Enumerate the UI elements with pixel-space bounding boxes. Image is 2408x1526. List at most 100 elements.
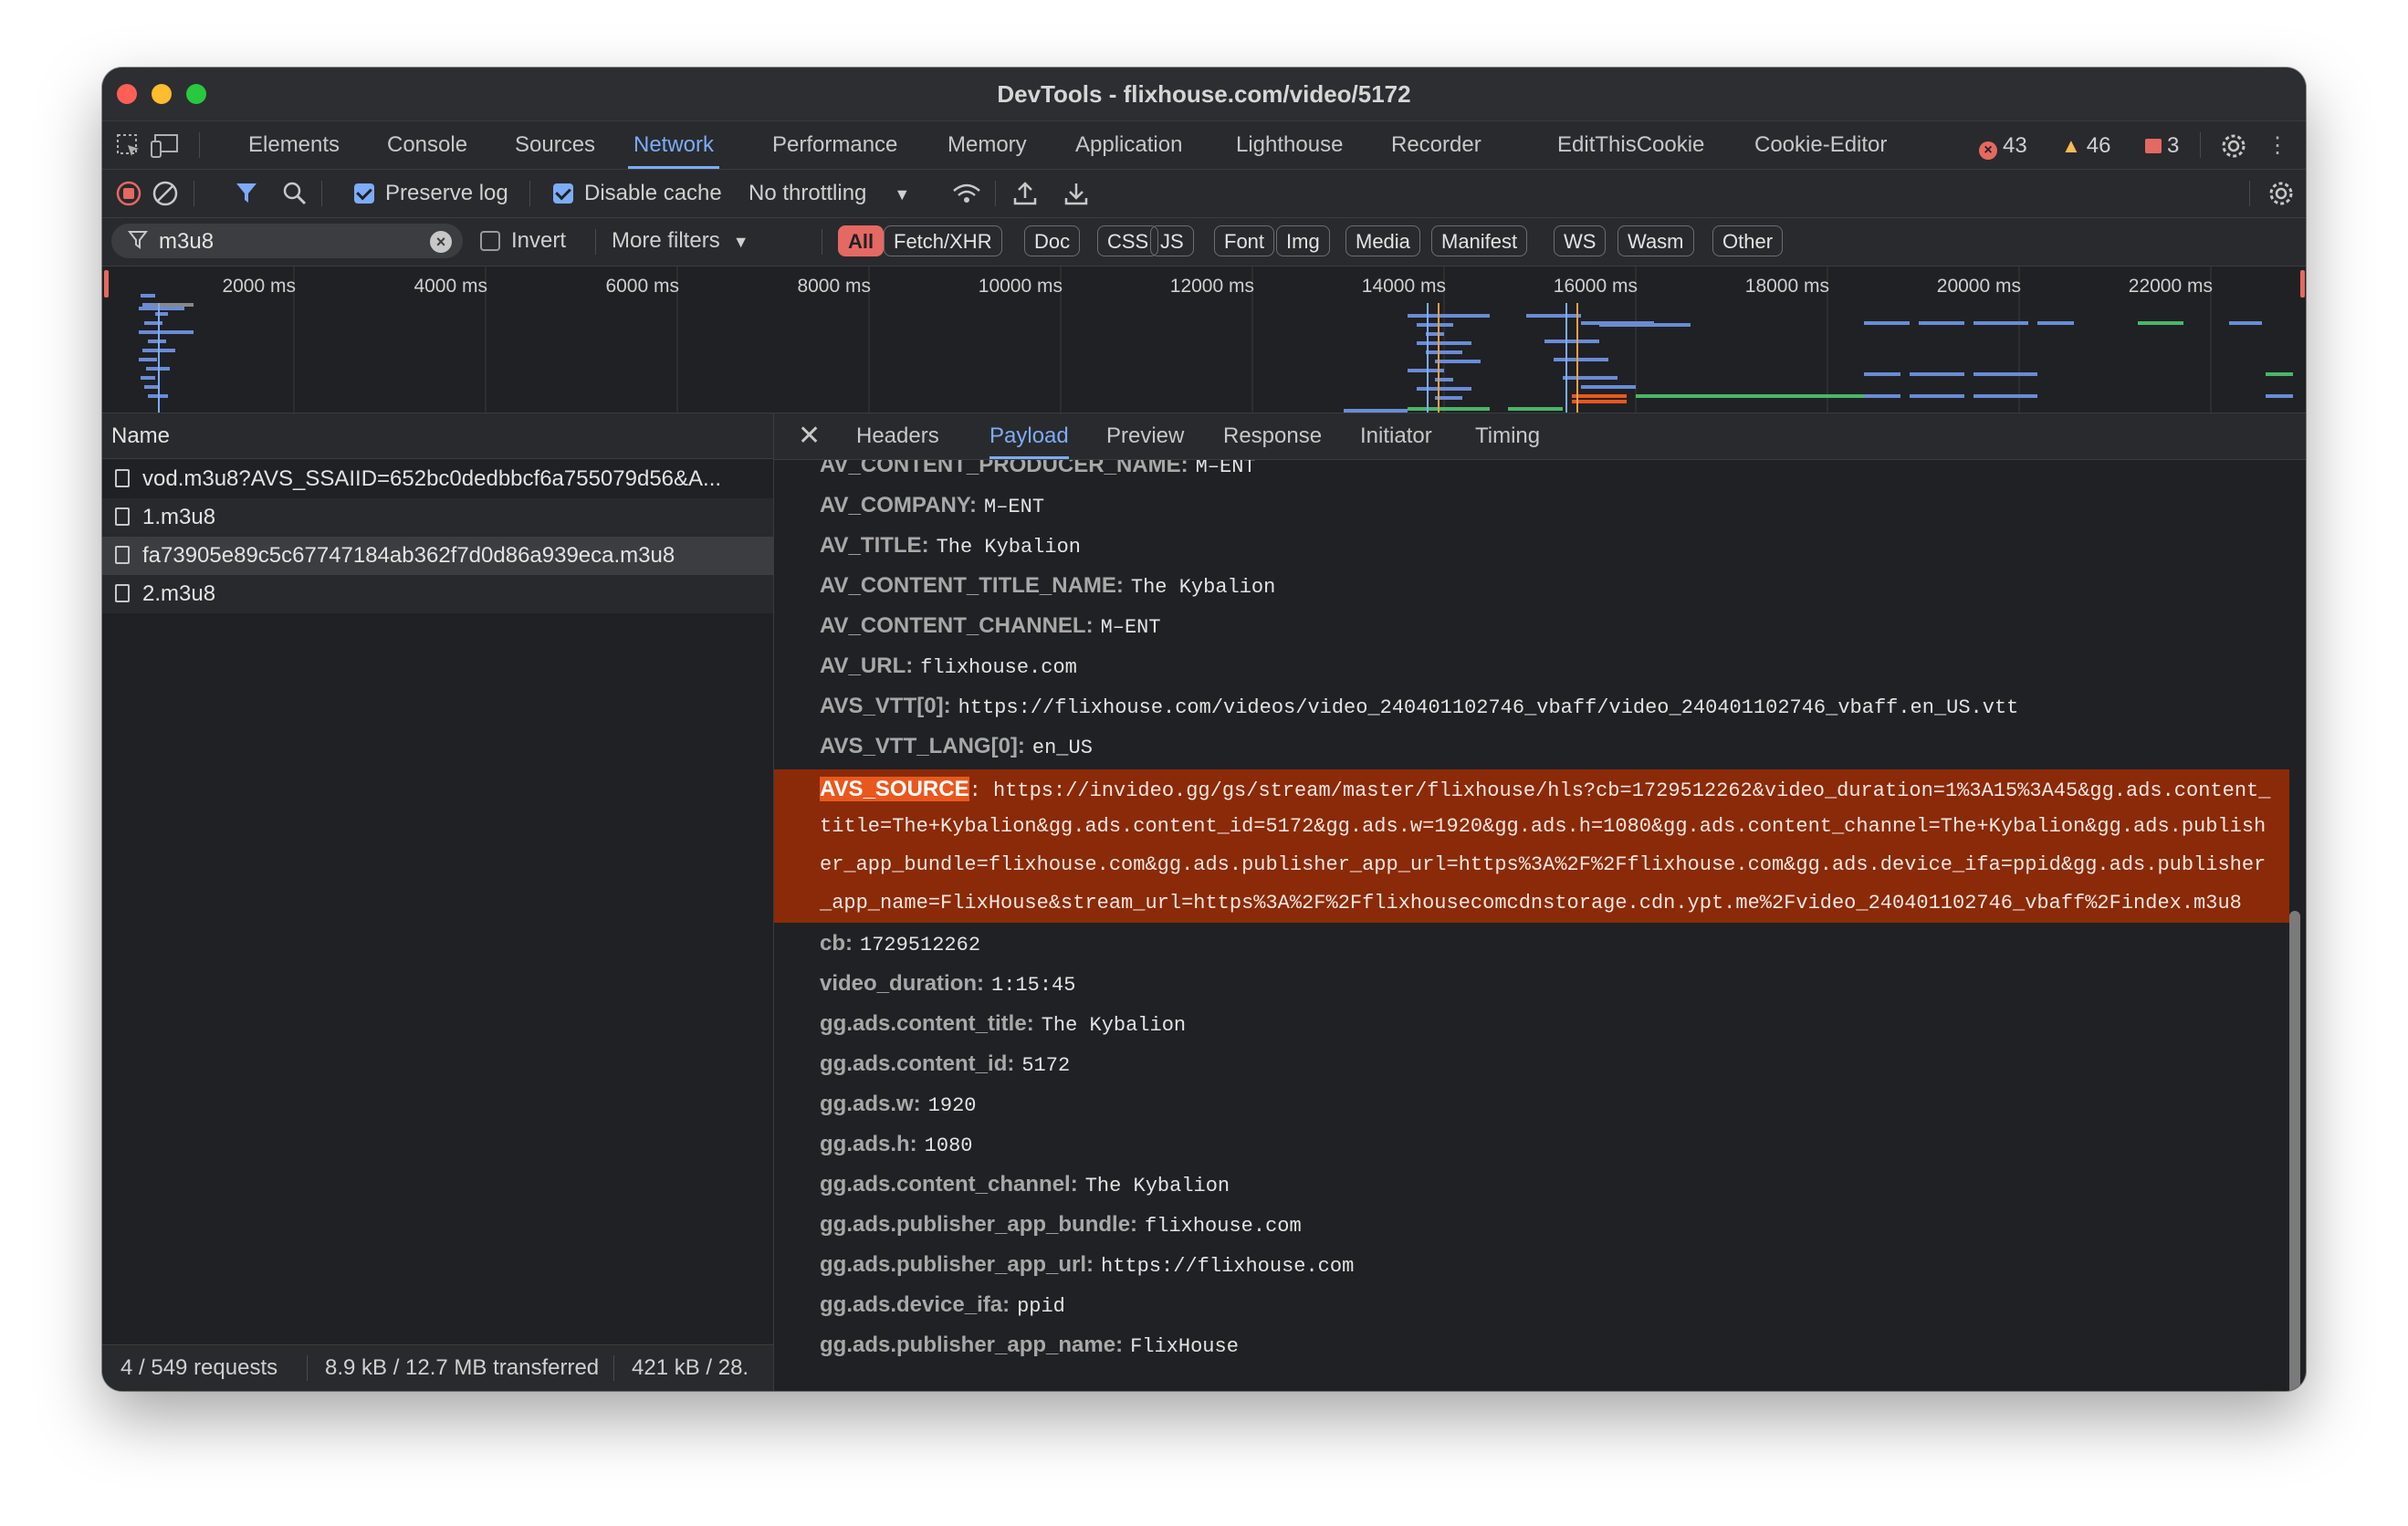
preserve-log-checkbox[interactable] bbox=[354, 183, 374, 204]
payload-param[interactable]: gg.ads.content_title: The Kybalion bbox=[820, 1011, 1186, 1039]
filter-type-font[interactable]: Font bbox=[1214, 225, 1275, 256]
payload-param[interactable]: video_duration: 1:15:45 bbox=[820, 971, 1075, 998]
payload-param[interactable]: gg.ads.publisher_app_url: https://flixhou… bbox=[820, 1252, 1354, 1280]
payload-param[interactable]: gg.ads.device_ifa: ppid bbox=[820, 1292, 1065, 1320]
filter-input-box: × bbox=[111, 224, 463, 258]
disable-cache-checkbox[interactable] bbox=[553, 183, 573, 204]
highlighted-value-line: : https://invideo.gg/gs/stream/master/fl… bbox=[968, 779, 2271, 802]
tab-sources[interactable]: Sources bbox=[509, 121, 601, 169]
filter-type-js[interactable]: JS bbox=[1150, 225, 1194, 256]
payload-param[interactable]: gg.ads.publisher_app_bundle: flixhouse.co… bbox=[820, 1212, 1302, 1239]
tab-cookie-editor[interactable]: Cookie-Editor bbox=[1749, 121, 1892, 169]
filter-type-doc[interactable]: Doc bbox=[1024, 225, 1081, 256]
overview-request-bar bbox=[1910, 394, 1964, 398]
overview-request-bar bbox=[1417, 323, 1453, 327]
detail-tabs-bar: ✕ Headers Payload Preview Response Initi… bbox=[774, 413, 2306, 460]
overview-request-bar bbox=[2266, 372, 2293, 376]
tab-elements[interactable]: Elements bbox=[243, 121, 345, 169]
request-row[interactable]: vod.m3u8?AVS_SSAIID=652bc0dedbbcf6a75507… bbox=[102, 460, 773, 498]
preserve-log-toggle[interactable]: Preserve log bbox=[354, 170, 508, 217]
filter-type-media[interactable]: Media bbox=[1345, 225, 1420, 256]
detail-tab-payload[interactable]: Payload bbox=[989, 413, 1069, 459]
tab-lighthouse[interactable]: Lighthouse bbox=[1230, 121, 1348, 169]
payload-scrollbar[interactable] bbox=[2289, 911, 2300, 1391]
filter-input[interactable] bbox=[157, 227, 416, 256]
payload-param[interactable]: AV_URL: flixhouse.com bbox=[820, 653, 1077, 681]
payload-param[interactable]: AV_CONTENT_CHANNEL: M–ENT bbox=[820, 613, 1161, 641]
request-details-pane: ✕ Headers Payload Preview Response Initi… bbox=[774, 413, 2306, 1391]
invert-toggle[interactable]: Invert bbox=[480, 218, 566, 264]
filter-type-fetch-xhr[interactable]: Fetch/XHR bbox=[884, 225, 1002, 256]
tab-performance[interactable]: Performance bbox=[767, 121, 903, 169]
tab-application[interactable]: Application bbox=[1070, 121, 1188, 169]
overview-request-bar bbox=[1864, 372, 1900, 376]
overview-request-bar bbox=[1910, 372, 1964, 376]
payload-param[interactable]: AV_COMPANY: M–ENT bbox=[820, 493, 1044, 520]
detail-tab-preview[interactable]: Preview bbox=[1106, 413, 1184, 459]
payload-param[interactable]: AV_CONTENT_TITLE_NAME: The Kybalion bbox=[820, 573, 1275, 601]
overview-request-bar bbox=[2229, 321, 2262, 325]
network-toolbar: Preserve log Disable cache No throttling… bbox=[102, 170, 2306, 218]
issue-icon bbox=[2145, 139, 2162, 153]
error-counter[interactable]: × 43 bbox=[1979, 134, 2027, 160]
filter-type-img[interactable]: Img bbox=[1276, 225, 1330, 256]
payload-param[interactable]: gg.ads.content_channel: The Kybalion bbox=[820, 1172, 1230, 1199]
overview-request-bar bbox=[139, 330, 194, 334]
import-har-icon[interactable] bbox=[1011, 180, 1039, 207]
close-details-icon[interactable]: ✕ bbox=[798, 421, 821, 452]
detail-tab-timing[interactable]: Timing bbox=[1475, 413, 1540, 459]
settings-gear-icon[interactable] bbox=[2220, 132, 2247, 160]
highlighted-key: AVS_SOURCE bbox=[820, 777, 969, 801]
payload-param[interactable]: AVS_VTT[0]: https://flixhouse.com/videos/… bbox=[820, 694, 2018, 721]
export-har-icon[interactable] bbox=[1063, 180, 1090, 207]
more-filters-dropdown[interactable]: More filters ▼ bbox=[612, 218, 749, 264]
highlighted-param-avs-source[interactable]: AVS_SOURCE: https://invideo.gg/gs/stream… bbox=[774, 769, 2289, 923]
detail-tab-initiator[interactable]: Initiator bbox=[1360, 413, 1432, 459]
network-conditions-icon[interactable] bbox=[951, 180, 980, 207]
invert-checkbox[interactable] bbox=[480, 231, 500, 251]
tab-recorder[interactable]: Recorder bbox=[1386, 121, 1487, 169]
clear-log-icon[interactable] bbox=[152, 180, 179, 207]
clear-filter-icon[interactable]: × bbox=[430, 231, 452, 253]
request-row-selected[interactable]: fa73905e89c5c67747184ab362f7d0d86a939eca… bbox=[102, 537, 773, 575]
tab-editthiscookie[interactable]: EditThisCookie bbox=[1552, 121, 1710, 169]
detail-tab-response[interactable]: Response bbox=[1223, 413, 1322, 459]
search-icon[interactable] bbox=[281, 180, 309, 207]
name-column-header[interactable]: Name bbox=[102, 413, 773, 459]
overview-request-bar bbox=[1526, 314, 1581, 318]
filter-type-ws[interactable]: WS bbox=[1554, 225, 1607, 256]
network-status-bar: 4 / 549 requests 8.9 kB / 12.7 MB transf… bbox=[102, 1344, 773, 1391]
network-overview-timeline[interactable]: 2000 ms 4000 ms 6000 ms 8000 ms 10000 ms… bbox=[102, 267, 2306, 413]
warning-counter[interactable]: ▲ 46 bbox=[2061, 134, 2110, 158]
filter-type-manifest[interactable]: Manifest bbox=[1431, 225, 1528, 256]
payload-param[interactable]: AV_CONTENT_PRODUCER_NAME: M–ENT bbox=[820, 460, 1256, 480]
filter-funnel-icon[interactable] bbox=[234, 180, 261, 207]
payload-param[interactable]: gg.ads.publisher_app_name: FlixHouse bbox=[820, 1333, 1239, 1360]
tab-memory[interactable]: Memory bbox=[942, 121, 1032, 169]
tick-label: 22000 ms bbox=[2128, 276, 2213, 297]
tick-label: 18000 ms bbox=[1744, 276, 1829, 297]
stop-recording-icon[interactable] bbox=[115, 180, 142, 207]
throttling-select[interactable]: No throttling ▼ bbox=[749, 170, 910, 217]
filter-type-wasm[interactable]: Wasm bbox=[1618, 225, 1694, 256]
payload-param[interactable]: gg.ads.content_id: 5172 bbox=[820, 1051, 1070, 1079]
payload-param[interactable]: AVS_VTT_LANG[0]: en_US bbox=[820, 734, 1093, 761]
disable-cache-toggle[interactable]: Disable cache bbox=[553, 170, 722, 217]
payload-param[interactable]: AV_TITLE: The Kybalion bbox=[820, 533, 1081, 560]
filter-type-other[interactable]: Other bbox=[1712, 225, 1784, 256]
detail-tab-headers[interactable]: Headers bbox=[856, 413, 939, 459]
payload-param[interactable]: cb: 1729512262 bbox=[820, 931, 980, 958]
tick-label: 20000 ms bbox=[1936, 276, 2021, 297]
tab-console[interactable]: Console bbox=[382, 121, 473, 169]
issues-counter[interactable]: 3 bbox=[2145, 134, 2179, 158]
device-toolbar-icon[interactable] bbox=[150, 132, 178, 160]
request-row[interactable]: 2.m3u8 bbox=[102, 575, 773, 613]
payload-param[interactable]: gg.ads.w: 1920 bbox=[820, 1092, 976, 1119]
network-settings-gear-icon[interactable] bbox=[2267, 180, 2295, 207]
filter-type-all[interactable]: All bbox=[838, 225, 885, 256]
tab-network[interactable]: Network bbox=[628, 121, 720, 169]
payload-param[interactable]: gg.ads.h: 1080 bbox=[820, 1132, 972, 1159]
inspect-element-icon[interactable] bbox=[115, 132, 142, 160]
request-row[interactable]: 1.m3u8 bbox=[102, 498, 773, 537]
more-options-icon[interactable]: ⋮ bbox=[2264, 132, 2291, 160]
